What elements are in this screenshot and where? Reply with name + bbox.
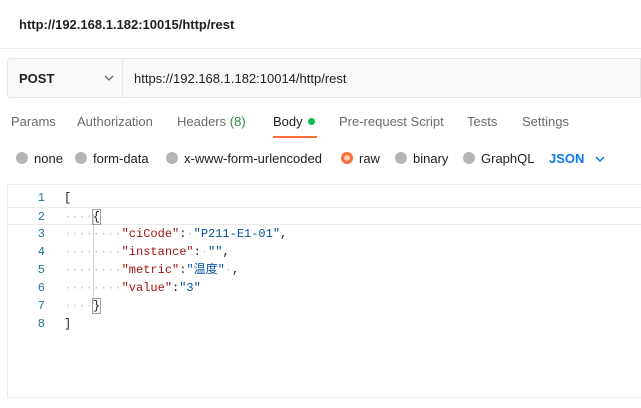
radio-form-data[interactable]: form-data bbox=[75, 151, 149, 166]
radio-label: raw bbox=[359, 151, 380, 166]
tab-pre-request-script[interactable]: Pre-request Script bbox=[339, 114, 444, 129]
chevron-down-icon[interactable] bbox=[594, 153, 606, 165]
tab-settings[interactable]: Settings bbox=[522, 114, 569, 129]
line-code: ] bbox=[64, 315, 71, 333]
indent-dots: ········ bbox=[64, 281, 122, 295]
radio-binary[interactable]: binary bbox=[395, 151, 448, 166]
tab-label: Headers bbox=[177, 114, 227, 129]
close-bracket: ] bbox=[64, 317, 72, 331]
headers-count: (8) bbox=[229, 114, 246, 129]
radio-circle-selected bbox=[341, 152, 353, 164]
json-value: "P211-E1-01" bbox=[193, 227, 281, 241]
tab-tests[interactable]: Tests bbox=[467, 114, 497, 129]
space-dot: · bbox=[200, 245, 209, 259]
line-code: ········"instance":·"", bbox=[64, 245, 230, 259]
editor-line: 3 ········"ciCode":·"P211-E1-01", bbox=[8, 225, 641, 243]
indent-dots: ···· bbox=[64, 299, 93, 313]
radio-circle bbox=[463, 152, 475, 164]
indent-dots: ···· bbox=[64, 210, 93, 224]
tab-label: Tests bbox=[467, 114, 498, 129]
radio-label: GraphQL bbox=[481, 151, 535, 166]
space-dot: · bbox=[224, 263, 233, 277]
tab-params[interactable]: Params bbox=[11, 114, 56, 129]
tab-label: Authorization bbox=[77, 114, 153, 129]
tab-label: Settings bbox=[522, 114, 569, 129]
radio-graphql[interactable]: GraphQL bbox=[463, 151, 534, 166]
line-number: 3 bbox=[37, 227, 45, 241]
tab-headers[interactable]: Headers (8) bbox=[177, 114, 246, 129]
radio-circle bbox=[395, 152, 407, 164]
indent-dots: ········ bbox=[64, 227, 122, 241]
radio-circle bbox=[166, 152, 178, 164]
tab-authorization[interactable]: Authorization bbox=[77, 114, 153, 129]
json-value: "温度" bbox=[186, 263, 225, 277]
method-label: POST bbox=[19, 71, 55, 86]
editor-line: 5 ········"metric":"温度"·, bbox=[8, 261, 641, 279]
tab-label: Body bbox=[273, 114, 303, 129]
radio-label: binary bbox=[413, 151, 449, 166]
space-dot: · bbox=[186, 227, 194, 241]
tab-label: Pre-request Script bbox=[339, 114, 444, 129]
body-active-dot bbox=[307, 118, 315, 125]
tab-label: Params bbox=[11, 114, 56, 129]
request-tabs: Params Authorization Headers (8) Body Pr… bbox=[0, 104, 641, 138]
url-input[interactable] bbox=[124, 59, 640, 97]
line-number: 6 bbox=[37, 281, 45, 295]
line-code: ········"value":"3" bbox=[64, 281, 201, 295]
radio-label: x-www-form-urlencoded bbox=[184, 151, 322, 166]
radio-circle bbox=[75, 152, 87, 164]
editor-line: 4 ········"instance":·"", bbox=[8, 243, 641, 261]
indent-dots: ········ bbox=[64, 245, 122, 259]
json-key: "instance" bbox=[121, 245, 194, 259]
close-brace: } bbox=[91, 298, 102, 314]
line-code: ····} bbox=[64, 297, 102, 315]
line-number: 5 bbox=[37, 263, 45, 277]
editor-line: 1 [ bbox=[8, 189, 641, 207]
editor-line-current: 2 ····{ bbox=[8, 207, 641, 225]
request-title-bar: http://192.168.1.182:10015/http/rest bbox=[0, 0, 641, 49]
json-key: "ciCode" bbox=[121, 227, 180, 241]
json-value: "3" bbox=[179, 281, 201, 295]
radio-x-www-form-urlencoded[interactable]: x-www-form-urlencoded bbox=[166, 151, 322, 166]
line-code: ········"metric":"温度"·, bbox=[64, 263, 240, 277]
line-number: 7 bbox=[37, 299, 45, 313]
radio-circle bbox=[16, 152, 28, 164]
line-number: 4 bbox=[37, 245, 45, 259]
radio-raw[interactable]: raw bbox=[341, 151, 380, 166]
method-select[interactable]: POST bbox=[8, 59, 123, 97]
radio-none[interactable]: none bbox=[16, 151, 63, 166]
request-title[interactable]: http://192.168.1.182:10015/http/rest bbox=[19, 17, 234, 32]
body-code-editor[interactable]: 1 [ 2 ····{ 3 ········"ciCode":·"P211-E1… bbox=[7, 184, 641, 398]
chevron-down-icon bbox=[104, 75, 114, 81]
radio-label: none bbox=[34, 151, 63, 166]
line-code: [ bbox=[64, 189, 71, 207]
radio-label: form-data bbox=[93, 151, 149, 166]
editor-line: 6 ········"value":"3" bbox=[8, 279, 641, 297]
editor-line: 7 ····} bbox=[8, 297, 641, 315]
json-value: "" bbox=[208, 245, 223, 259]
line-code: ········"ciCode":·"P211-E1-01", bbox=[64, 227, 288, 241]
language-select[interactable]: JSON bbox=[549, 151, 584, 166]
tab-body[interactable]: Body bbox=[273, 114, 315, 129]
request-row: POST bbox=[7, 58, 641, 98]
line-number: 1 bbox=[37, 191, 45, 205]
active-tab-underline bbox=[273, 136, 317, 138]
line-number: 2 bbox=[37, 210, 45, 224]
open-bracket: [ bbox=[64, 191, 72, 205]
json-key: "metric" bbox=[121, 263, 180, 277]
line-code: ····{ bbox=[64, 208, 102, 226]
json-key: "value" bbox=[121, 281, 173, 295]
body-type-selector: none form-data x-www-form-urlencoded raw… bbox=[0, 140, 641, 176]
editor-line: 8 ] bbox=[8, 315, 641, 333]
indent-dots: ········ bbox=[64, 263, 122, 277]
open-brace: { bbox=[91, 209, 102, 225]
line-number: 8 bbox=[37, 317, 45, 331]
